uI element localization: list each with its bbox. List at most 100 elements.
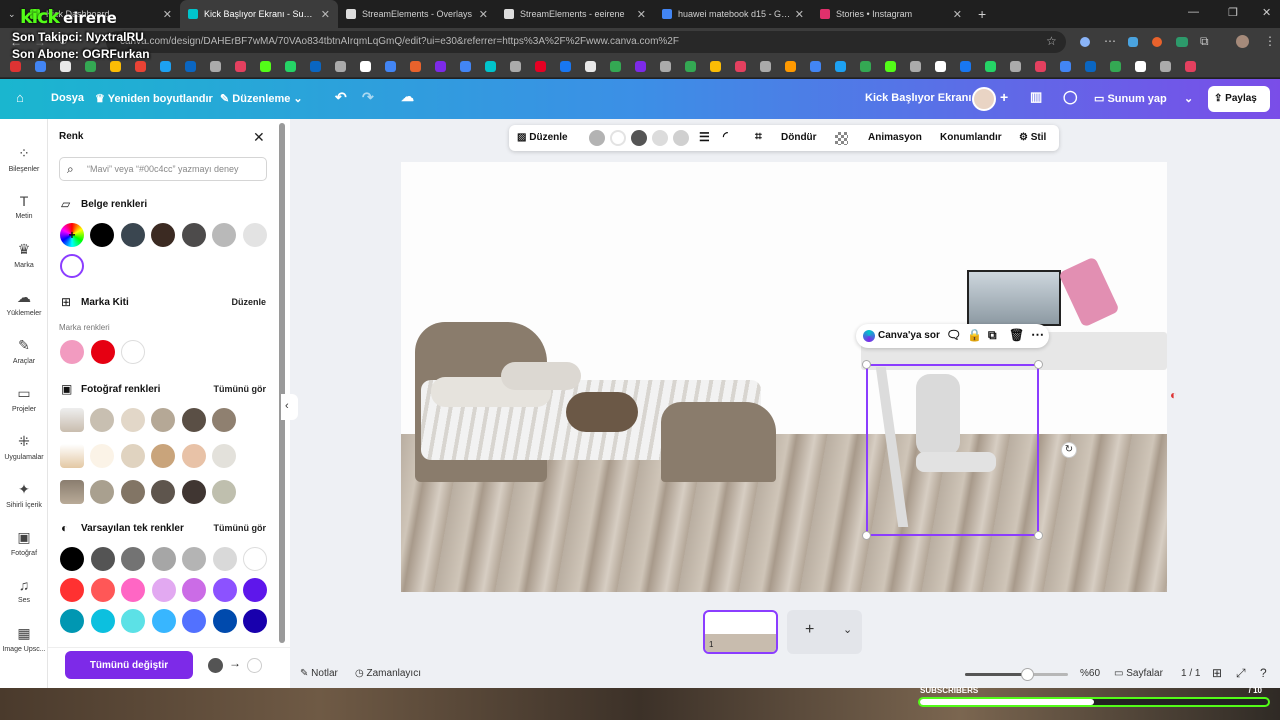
add-comment-icon[interactable]: 🗨 (946, 328, 961, 342)
color-swatch[interactable] (610, 130, 626, 146)
color-swatch[interactable] (181, 444, 206, 468)
change-all-button[interactable]: Tümünü değiştir (65, 651, 193, 679)
ask-canva-button[interactable]: Canva'ya sor (878, 330, 940, 341)
corner-rounding-icon[interactable]: ◜ (723, 129, 728, 143)
avatar[interactable] (972, 87, 996, 111)
bookmark-icon[interactable] (385, 61, 396, 72)
color-swatch[interactable] (151, 547, 176, 571)
bookmark-icon[interactable] (985, 61, 996, 72)
bookmark-icon[interactable] (860, 61, 871, 72)
add-page-button[interactable]: + ⌄ (787, 610, 862, 654)
rail-item[interactable]: ⁜ Uygulamalar (0, 433, 48, 461)
close-icon[interactable]: ✕ (163, 8, 172, 21)
color-swatch[interactable] (212, 444, 236, 468)
color-swatch[interactable] (243, 547, 267, 571)
rotate-button[interactable]: Döndür (781, 132, 817, 143)
bookmark-icon[interactable] (1010, 61, 1021, 72)
cat-image[interactable] (566, 392, 638, 432)
resize-handle[interactable] (862, 360, 871, 369)
rail-item[interactable]: ▣ Fotoğraf (0, 529, 48, 557)
extension-icon[interactable] (1080, 37, 1090, 47)
bookmark-icon[interactable] (60, 61, 71, 72)
rail-item[interactable]: ⁘ Bileşenler (0, 145, 48, 173)
see-all-link[interactable]: Tümünü gör (214, 523, 267, 533)
bookmark-icon[interactable] (760, 61, 771, 72)
present-button[interactable]: ▭ Sunum yap (1094, 92, 1167, 105)
bookmark-icon[interactable] (360, 61, 371, 72)
bookmark-icon[interactable] (1160, 61, 1171, 72)
color-swatch[interactable] (181, 223, 206, 247)
resize-handle[interactable] (862, 531, 871, 540)
comment-icon[interactable]: ◯ (1063, 89, 1078, 105)
insights-icon[interactable]: ▥ (1030, 89, 1042, 105)
tab-list-icon[interactable]: ⌄ (0, 0, 22, 28)
undo-icon[interactable]: ↶ (335, 89, 347, 106)
animate-button[interactable]: Animasyon (868, 132, 922, 143)
rail-item[interactable]: ▭ Projeler (0, 385, 48, 413)
extension-icon[interactable] (1128, 37, 1138, 47)
color-swatch[interactable] (120, 408, 145, 432)
design-canvas[interactable] (401, 162, 1167, 592)
minimize-icon[interactable]: — (1188, 6, 1199, 18)
bookmark-icon[interactable] (810, 61, 821, 72)
edit-image-button[interactable]: ▨ Düzenle (517, 132, 568, 143)
color-swatch[interactable] (182, 609, 206, 633)
timer-button[interactable]: ◷ Zamanlayıcı (355, 668, 421, 679)
color-swatch[interactable] (120, 223, 145, 247)
extension-icon[interactable] (1176, 37, 1188, 47)
color-swatch[interactable] (60, 340, 84, 364)
zoom-slider-knob[interactable] (1020, 668, 1034, 681)
color-swatch[interactable] (652, 130, 668, 146)
bookmark-icon[interactable] (485, 61, 496, 72)
browser-tab[interactable]: StreamElements - eeirene ✕ (496, 0, 654, 28)
extension-icon[interactable] (1152, 37, 1162, 47)
bookmark-icon[interactable] (1035, 61, 1046, 72)
transparency-icon[interactable] (835, 132, 848, 145)
rail-item[interactable]: ♛ Marka (0, 241, 48, 269)
color-swatch[interactable] (120, 480, 145, 504)
photo-thumbnail[interactable] (60, 444, 84, 468)
rail-item[interactable]: ☁ Yüklemeler (0, 289, 48, 317)
bookmark-icon[interactable] (885, 61, 896, 72)
bookmark-icon[interactable] (660, 61, 671, 72)
new-tab-button[interactable]: + (970, 0, 994, 28)
chevron-down-icon[interactable]: ⌄ (843, 623, 852, 636)
crop-icon[interactable]: ⌗ (755, 129, 762, 144)
close-icon[interactable]: ✕ (795, 8, 804, 21)
bookmark-icon[interactable] (10, 61, 21, 72)
color-swatch[interactable] (631, 130, 647, 146)
grid-view-icon[interactable]: ⊞ (1212, 666, 1222, 680)
maximize-icon[interactable]: ❐ (1228, 6, 1238, 19)
laptop-image[interactable] (967, 270, 1061, 326)
collapse-panel-icon[interactable]: ‹ (281, 394, 298, 420)
bookmark-icon[interactable] (85, 61, 96, 72)
color-swatch[interactable] (212, 223, 236, 247)
position-button[interactable]: Konumlandır (940, 132, 1002, 143)
bookmark-icon[interactable] (735, 61, 746, 72)
color-swatch[interactable] (151, 609, 176, 633)
photo-thumbnail[interactable] (60, 480, 84, 504)
color-swatch[interactable] (90, 578, 115, 602)
bookmark-icon[interactable] (185, 61, 196, 72)
color-swatch[interactable] (243, 578, 267, 602)
page-thumbnail[interactable]: 1 (703, 610, 778, 654)
resize-handle[interactable] (1034, 360, 1043, 369)
rail-item[interactable]: ♫ Ses (0, 577, 48, 604)
rotate-handle-icon[interactable]: ↻ (1061, 442, 1077, 458)
bookmark-icon[interactable] (35, 61, 46, 72)
color-swatch[interactable] (151, 408, 175, 432)
bookmark-icon[interactable] (535, 61, 546, 72)
redo-icon[interactable]: ↷ (362, 89, 374, 106)
browser-tab[interactable]: StreamElements - Overlays ✕ (338, 0, 496, 28)
notes-button[interactable]: ✎ Notlar (300, 668, 338, 679)
bookmark-icon[interactable] (160, 61, 171, 72)
bookmark-icon[interactable] (260, 61, 271, 72)
bookmark-icon[interactable] (635, 61, 646, 72)
url-input[interactable]: canva.com/design/DAHErBF7wMA/70VAo834tbt… (106, 31, 1066, 53)
bookmark-icon[interactable] (235, 61, 246, 72)
lock-icon[interactable]: 🔒 (967, 328, 982, 342)
bookmark-icon[interactable] (210, 61, 221, 72)
see-all-link[interactable]: Tümünü gör (214, 384, 267, 394)
bookmark-icon[interactable] (285, 61, 296, 72)
photo-thumbnail[interactable] (60, 408, 84, 432)
